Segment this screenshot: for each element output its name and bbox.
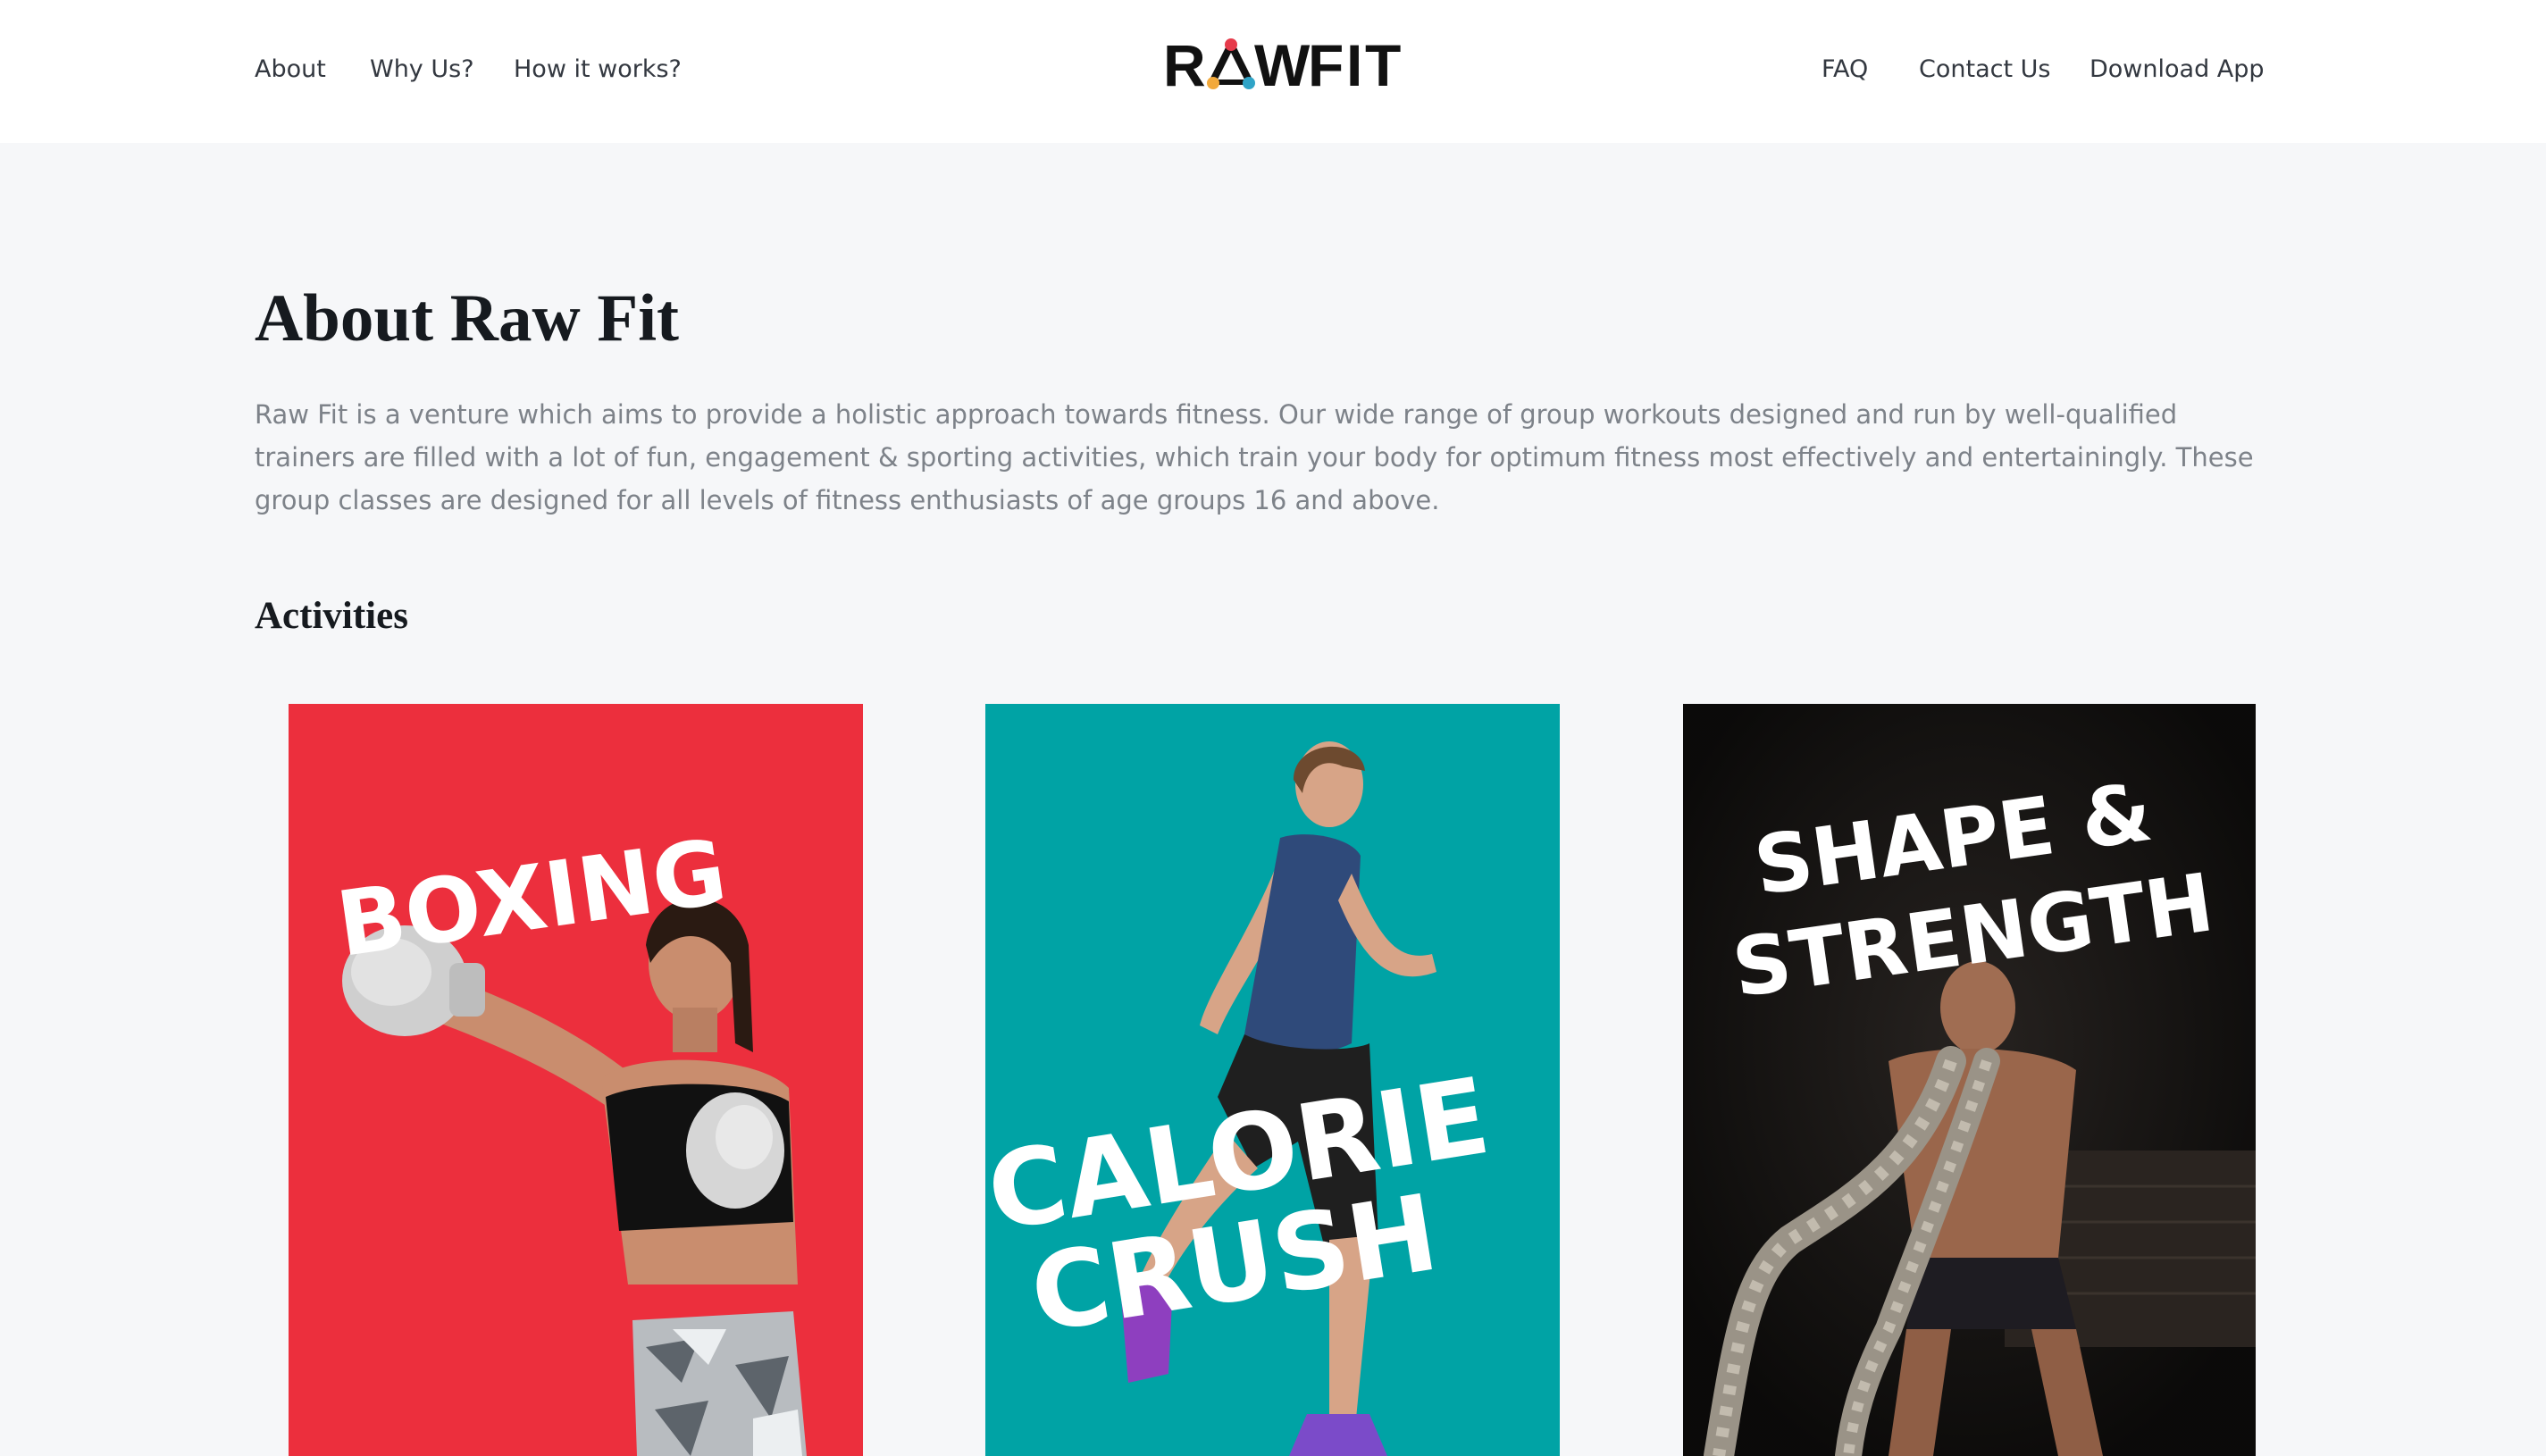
site-header: About Why Us? How it works? R W F I T FA… bbox=[0, 0, 2546, 143]
nav-faq[interactable]: FAQ bbox=[1822, 52, 1868, 88]
calorie-crush-card-art: CALORIE CRUSH bbox=[985, 704, 1560, 1456]
nav-contact-us[interactable]: Contact Us bbox=[1919, 52, 2050, 88]
logo-letter-i: I bbox=[1346, 32, 1362, 95]
activity-card-calorie-crush[interactable]: CALORIE CRUSH bbox=[985, 704, 1560, 1456]
logo-letter-w: W bbox=[1254, 32, 1311, 95]
rawfit-logo[interactable]: R W F I T bbox=[1161, 32, 1411, 98]
nav-about[interactable]: About bbox=[255, 52, 326, 88]
boxing-card-art: BOXING bbox=[289, 704, 863, 1456]
logo-triangle-icon bbox=[1207, 38, 1255, 89]
nav-download-app[interactable]: Download App bbox=[2090, 52, 2265, 88]
about-description: Raw Fit is a venture which aims to provi… bbox=[255, 399, 2254, 515]
activities-heading: Activities bbox=[255, 595, 408, 637]
nav-how-it-works[interactable]: How it works? bbox=[514, 52, 682, 88]
activity-card-boxing[interactable]: BOXING bbox=[289, 704, 863, 1456]
rawfit-logo-mark: R W F I T bbox=[1163, 32, 1401, 98]
nav-why-us[interactable]: Why Us? bbox=[370, 52, 474, 88]
shape-strength-card-art: SHAPE & STRENGTH bbox=[1683, 704, 2256, 1456]
activity-card-shape-strength[interactable]: SHAPE & STRENGTH bbox=[1683, 704, 2256, 1456]
logo-letter-t: T bbox=[1365, 32, 1401, 95]
page-title: About Raw Fit bbox=[255, 281, 680, 356]
logo-letter-r: R bbox=[1163, 32, 1206, 95]
logo-letter-f: F bbox=[1308, 32, 1344, 95]
